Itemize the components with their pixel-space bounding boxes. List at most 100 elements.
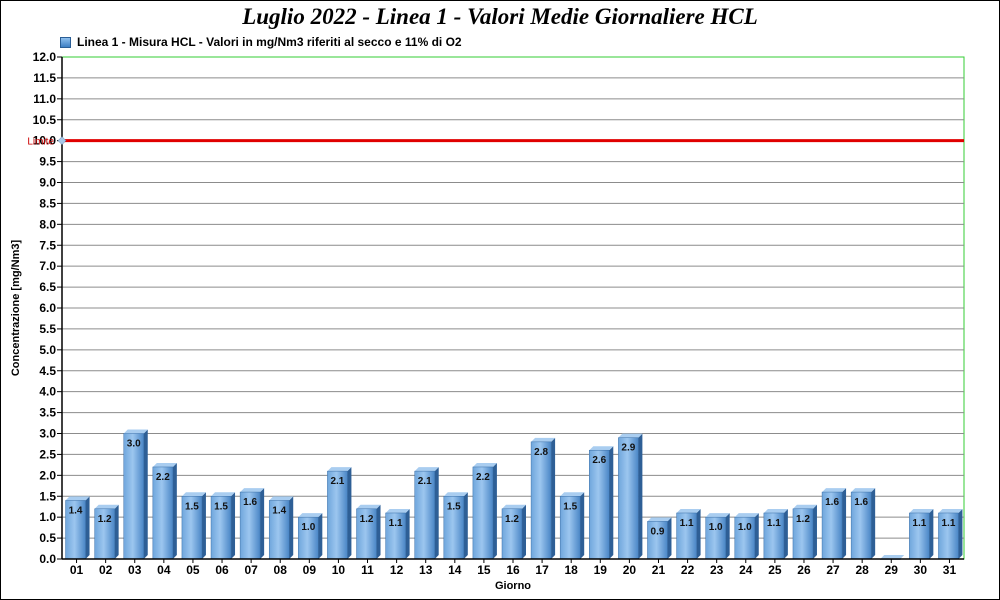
bar-side: [376, 504, 381, 559]
bar-top: [734, 513, 759, 518]
x-tick-label: 06: [215, 563, 229, 577]
y-tick-label: 12.0: [33, 50, 57, 64]
data-label: 1.6: [243, 497, 257, 508]
data-label: 1.5: [214, 501, 228, 512]
bar-side: [318, 513, 323, 559]
data-label: 0.9: [651, 526, 665, 537]
bar-side: [812, 504, 817, 559]
x-tick-label: 25: [768, 563, 782, 577]
data-label: 1.1: [941, 518, 955, 529]
data-label: 1.4: [272, 505, 286, 516]
bar-group: 1.0: [298, 513, 323, 560]
bar-top: [618, 433, 643, 438]
bar-top: [822, 488, 847, 493]
y-tick-label: 10.5: [33, 113, 57, 127]
y-tick-label: 8.0: [39, 217, 56, 231]
data-label: 1.0: [738, 522, 752, 533]
bar-top: [560, 492, 585, 497]
data-label: 1.4: [69, 505, 83, 516]
bar-top: [385, 508, 410, 513]
bar-top: [502, 504, 526, 509]
bar-side: [754, 513, 759, 559]
data-label: 3.0: [127, 439, 141, 450]
x-tick-label: 08: [274, 563, 288, 577]
bar-top: [123, 429, 148, 434]
x-tick-label: 28: [855, 563, 869, 577]
bar-group: 1.1: [385, 508, 410, 560]
x-tick-label: 05: [186, 563, 200, 577]
x-tick-label: 21: [652, 563, 666, 577]
x-tick-label: 31: [943, 563, 957, 577]
x-tick-label: 27: [826, 563, 840, 577]
bar-layer: 1.4 1.2 3.0 2.2 1.5 1.5 1.6 1.4 1.0 2.1 1.2 1.1 2.1 1…: [65, 429, 963, 560]
x-tick-label: 16: [506, 563, 520, 577]
y-tick-label: 8.5: [39, 196, 56, 210]
data-label: 1.1: [680, 518, 694, 529]
data-label: 1.5: [447, 501, 461, 512]
bar-side: [958, 508, 963, 559]
bar-top: [65, 496, 90, 501]
bar-side: [871, 488, 876, 559]
bar-group: 2.2: [472, 462, 497, 560]
x-tick-label: 14: [448, 563, 462, 577]
bar-side: [260, 488, 265, 559]
data-label: 1.2: [98, 514, 112, 525]
x-tick-label: 20: [623, 563, 637, 577]
bar-top: [589, 446, 614, 451]
bar-group: 1.2: [356, 504, 381, 560]
x-tick-label: 11: [361, 563, 374, 577]
bar-top: [414, 467, 439, 472]
bar-side: [289, 496, 294, 559]
bar-side: [667, 517, 672, 559]
bar: [530, 441, 552, 560]
y-tick-label: 3.0: [39, 427, 56, 441]
chart-svg: 1.4 1.2 3.0 2.2 1.5 1.5 1.6 1.4 1.0 2.1 1.2 1.1 2.1 1…: [10, 50, 965, 592]
bar-top: [181, 492, 206, 497]
bar-top: [647, 517, 672, 522]
x-tick-label: 13: [419, 563, 433, 577]
bar-side: [783, 508, 788, 559]
x-tick-label: 04: [157, 563, 171, 577]
x-tick-label: 22: [681, 563, 695, 577]
y-tick-label: 11.5: [33, 71, 56, 85]
bar-group: 2.2: [152, 462, 177, 560]
y-tick-label: 5.0: [39, 343, 56, 357]
bar-side: [172, 462, 177, 559]
bar-top: [269, 496, 294, 501]
bar-group: 2.1: [414, 467, 439, 560]
bar-group: 1.2: [501, 504, 526, 560]
bar-group: 1.6: [239, 488, 265, 560]
bar-top: [443, 492, 468, 497]
bar-side: [143, 429, 148, 559]
bar-top: [211, 492, 236, 497]
bar-side: [201, 492, 206, 559]
data-label: 2.8: [534, 447, 548, 458]
y-tick-label: 7.0: [39, 259, 56, 273]
bar-side: [842, 488, 847, 559]
data-label: 1.1: [389, 518, 403, 529]
x-tick-label: 17: [535, 563, 549, 577]
bar-group: 1.0: [705, 513, 730, 560]
data-label: 2.2: [476, 472, 490, 483]
limit-label: Limite: [27, 137, 54, 148]
bar-side: [463, 492, 468, 559]
bar-side: [405, 508, 410, 559]
bar-side: [551, 437, 556, 559]
bar-top: [94, 504, 119, 509]
bar-group: 1.5: [181, 492, 206, 560]
bar-top: [851, 488, 876, 493]
bar-group: 1.2: [94, 504, 119, 560]
bar-group: 2.9: [618, 433, 643, 560]
y-tick-label: 4.5: [39, 364, 56, 378]
bar: [123, 433, 144, 560]
bar-top: [327, 467, 352, 472]
y-tick-label: 9.5: [39, 155, 56, 169]
x-tick-label: 12: [390, 563, 404, 577]
bar-group: 1.5: [443, 492, 468, 560]
bar-group: 1.2: [792, 504, 817, 560]
bar-group: 1.1: [909, 508, 934, 560]
bar-group: 2.6: [589, 446, 614, 560]
bar-side: [609, 446, 614, 559]
bar-top: [240, 488, 265, 493]
y-tick-label: 0.5: [39, 531, 56, 545]
